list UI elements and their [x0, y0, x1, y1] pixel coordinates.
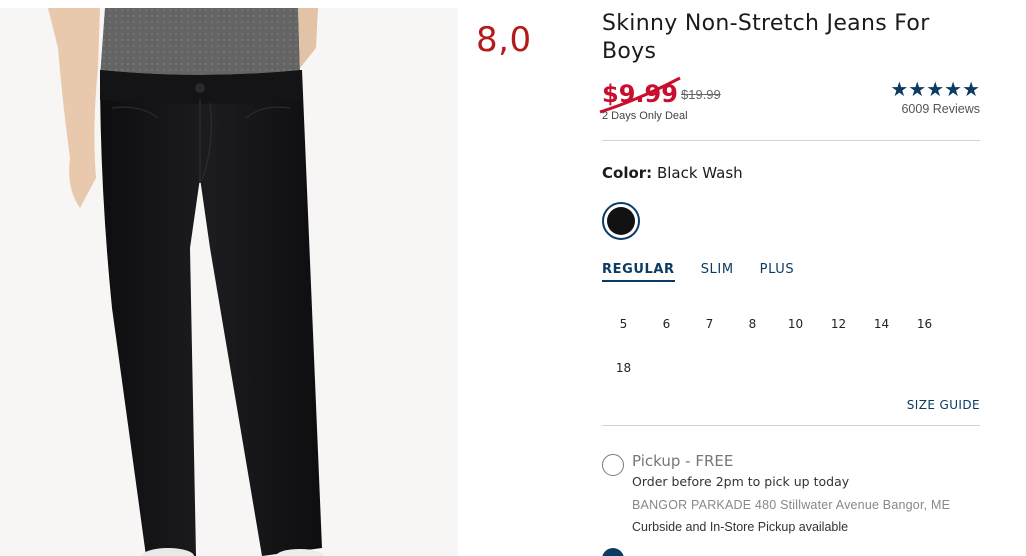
pickup-radio[interactable]	[602, 454, 624, 476]
deal-text: 2 Days Only Deal	[602, 110, 688, 122]
size-option[interactable]: 18	[602, 346, 645, 390]
original-price: $19.99	[681, 87, 721, 102]
product-details: Skinny Non-Stretch Jeans For Boys $9.99 …	[599, 10, 980, 534]
tab-plus[interactable]: PLUS	[760, 262, 795, 282]
star-icon: ★	[890, 79, 909, 101]
size-option[interactable]: 7	[688, 302, 731, 346]
size-option[interactable]: 14	[860, 302, 903, 346]
size-option[interactable]: 5	[602, 302, 645, 346]
fit-tabs: REGULAR SLIM PLUS	[602, 262, 980, 282]
size-option[interactable]: 6	[645, 302, 688, 346]
swatch-fill	[607, 207, 635, 235]
star-icon: ★	[944, 79, 963, 101]
overlay-number: 8,0	[476, 20, 532, 60]
review-count-link[interactable]: 6009 Reviews	[890, 102, 980, 116]
product-image[interactable]	[0, 8, 458, 556]
size-option[interactable]: 16	[903, 302, 946, 346]
size-guide-link[interactable]: SIZE GUIDE	[602, 398, 980, 412]
pickup-cutoff-text: Order before 2pm to pick up today	[632, 474, 850, 489]
color-swatch-black-wash[interactable]	[602, 202, 640, 240]
rating[interactable]: ★ ★ ★ ★ ★ 6009 Reviews	[890, 80, 980, 116]
color-row: Color: Black Wash	[602, 164, 980, 182]
shipping-radio[interactable]	[602, 548, 624, 556]
pickup-body: Pickup - FREE Order before 2pm to pick u…	[632, 452, 980, 534]
star-icon: ★	[962, 79, 980, 101]
pickup-option[interactable]: Pickup - FREE Order before 2pm to pick u…	[602, 452, 980, 534]
price-row: $9.99 $19.99 2 Days Only Deal ★ ★ ★ ★ ★ …	[599, 76, 980, 128]
product-title: Skinny Non-Stretch Jeans For Boys	[602, 11, 930, 64]
size-options: 5 6 7 8 10 12 14 16 18	[602, 302, 952, 390]
tab-regular[interactable]: REGULAR	[602, 262, 675, 282]
rating-stars: ★ ★ ★ ★ ★	[890, 80, 980, 100]
pickup-store[interactable]: BANGOR PARKADE 480 Stillwater Avenue Ban…	[632, 498, 980, 512]
tab-slim[interactable]: SLIM	[701, 262, 734, 282]
pickup-title: Pickup - FREE	[632, 452, 734, 470]
divider	[602, 140, 980, 141]
star-icon: ★	[926, 79, 945, 101]
size-option[interactable]: 12	[817, 302, 860, 346]
jeans-photo	[0, 8, 458, 556]
size-option[interactable]: 8	[731, 302, 774, 346]
pickup-note: Curbside and In-Store Pickup available	[632, 520, 849, 534]
divider	[602, 425, 980, 426]
color-value: Black Wash	[656, 164, 743, 182]
color-label: Color:	[602, 164, 653, 182]
size-option[interactable]: 10	[774, 302, 817, 346]
star-icon: ★	[908, 79, 927, 101]
